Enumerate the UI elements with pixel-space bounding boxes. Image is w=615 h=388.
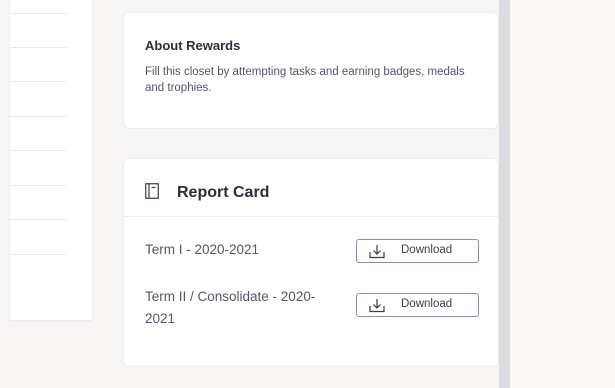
right-empty-area bbox=[510, 0, 615, 388]
about-rewards-description: Fill this closet by attempting tasks and… bbox=[145, 66, 465, 94]
term-label: Term I - 2020-2021 bbox=[145, 242, 260, 257]
download-icon bbox=[369, 299, 385, 313]
about-rewards-card: About Rewards Fill this closet by attemp… bbox=[123, 12, 499, 129]
list-divider bbox=[10, 47, 67, 48]
list-divider bbox=[10, 219, 67, 220]
list-divider bbox=[10, 13, 67, 14]
report-card-title: Report Card bbox=[177, 184, 270, 201]
list-divider bbox=[10, 81, 67, 82]
report-card-header: Report Card bbox=[124, 159, 498, 217]
download-button-label: Download bbox=[401, 244, 453, 256]
report-card-icon bbox=[145, 183, 159, 199]
report-card-panel: Report Card Term I - 2020-2021 Download … bbox=[123, 158, 499, 367]
scrollbar[interactable] bbox=[499, 0, 510, 388]
download-button-label: Download bbox=[401, 298, 453, 310]
rewards-column: About Rewards Fill this closet by attemp… bbox=[123, 0, 499, 388]
list-divider bbox=[10, 150, 67, 151]
term-label: Term II / Consolidate - 2020-2021 bbox=[145, 289, 316, 326]
list-divider bbox=[10, 185, 67, 186]
download-button[interactable]: Download bbox=[356, 239, 479, 263]
about-rewards-title: About Rewards bbox=[145, 38, 241, 53]
list-divider bbox=[10, 254, 67, 255]
download-button[interactable]: Download bbox=[356, 293, 479, 317]
download-icon bbox=[369, 245, 385, 259]
list-divider bbox=[10, 116, 67, 117]
left-list-card bbox=[10, 0, 92, 320]
